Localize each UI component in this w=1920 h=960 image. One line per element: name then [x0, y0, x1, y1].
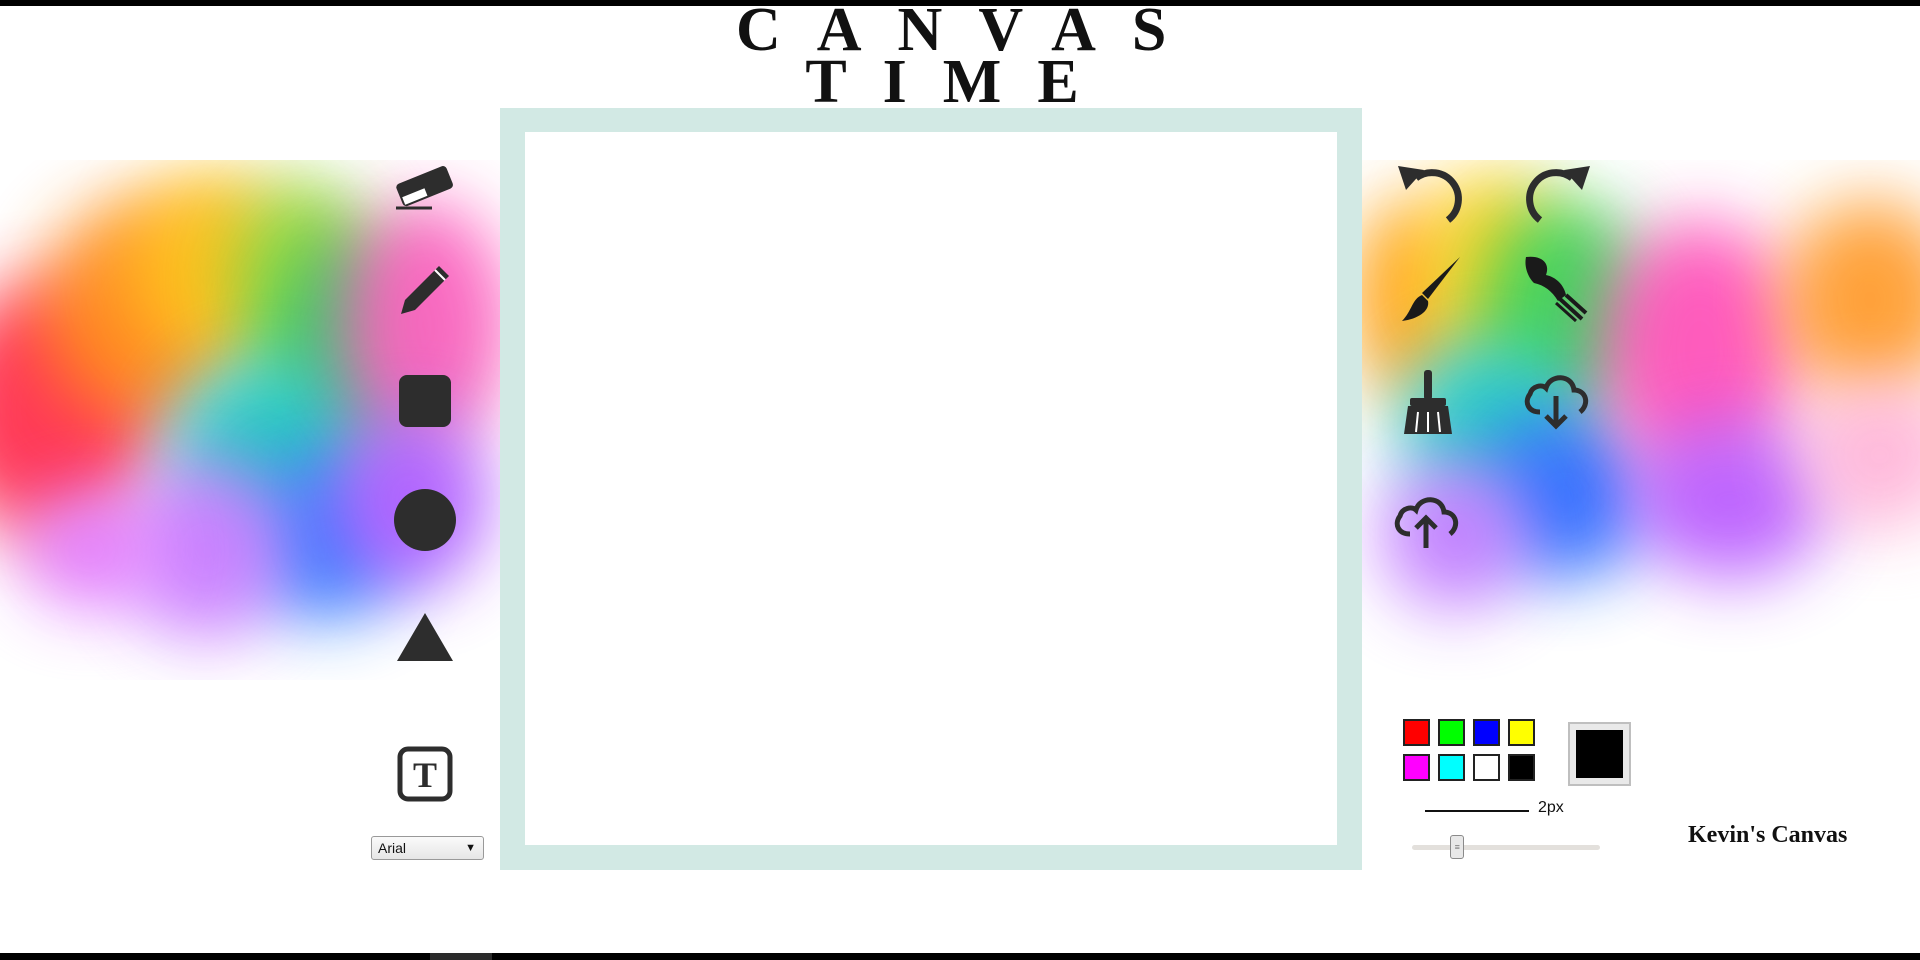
svg-text:T: T — [413, 755, 437, 795]
upload-button[interactable] — [1392, 488, 1462, 550]
cloud-upload-icon — [1394, 497, 1459, 548]
text-tool[interactable]: T — [396, 745, 454, 803]
slider-thumb[interactable]: ≡ — [1450, 835, 1465, 859]
color-swatch[interactable] — [1473, 754, 1500, 781]
undo-button[interactable] — [1396, 162, 1466, 224]
text-tool-icon: T — [397, 746, 453, 802]
redo-icon — [1526, 166, 1590, 223]
color-swatch[interactable] — [1508, 754, 1535, 781]
signature-text: Kevin's Canvas — [1688, 822, 1848, 848]
color-swatch[interactable] — [1473, 719, 1500, 746]
circle-tool[interactable] — [392, 487, 458, 553]
rectangle-tool[interactable] — [396, 372, 454, 430]
eraser-tool[interactable] — [390, 160, 460, 214]
broom-icon — [1404, 370, 1452, 434]
paint-brush-tool[interactable] — [1520, 253, 1590, 323]
color-swatch[interactable] — [1403, 754, 1430, 781]
current-color-preview — [1568, 722, 1631, 786]
current-color-swatch — [1576, 730, 1623, 778]
undo-icon — [1398, 166, 1462, 223]
redo-button[interactable] — [1522, 162, 1592, 224]
font-select[interactable]: Arial ▼ — [371, 836, 484, 860]
color-swatch[interactable] — [1438, 719, 1465, 746]
cloud-download-icon — [1524, 375, 1589, 430]
stroke-preview-line — [1425, 810, 1529, 812]
triangle-tool[interactable] — [394, 610, 456, 664]
bottom-bar — [0, 953, 1920, 960]
page-title: CANVAS TIME — [700, 0, 1200, 113]
paint-brush-icon — [1525, 256, 1588, 323]
font-select-value: Arial — [378, 840, 407, 856]
chevron-down-icon: ▼ — [465, 842, 476, 854]
stroke-size-label: 2px — [1538, 799, 1564, 816]
brush-tool[interactable] — [1398, 255, 1464, 325]
color-swatch[interactable] — [1508, 719, 1535, 746]
brush-icon — [1402, 257, 1460, 321]
square-icon — [399, 375, 451, 427]
stroke-size-slider[interactable] — [1412, 845, 1600, 850]
color-swatch[interactable] — [1403, 719, 1430, 746]
eraser-icon — [396, 166, 453, 210]
pencil-tool[interactable] — [393, 260, 457, 320]
pencil-icon — [401, 266, 449, 314]
circle-icon — [394, 489, 456, 551]
download-button[interactable] — [1522, 368, 1592, 430]
triangle-icon — [397, 613, 453, 661]
clear-canvas-button[interactable] — [1396, 368, 1462, 436]
color-swatch[interactable] — [1438, 754, 1465, 781]
drawing-canvas[interactable] — [525, 132, 1337, 845]
